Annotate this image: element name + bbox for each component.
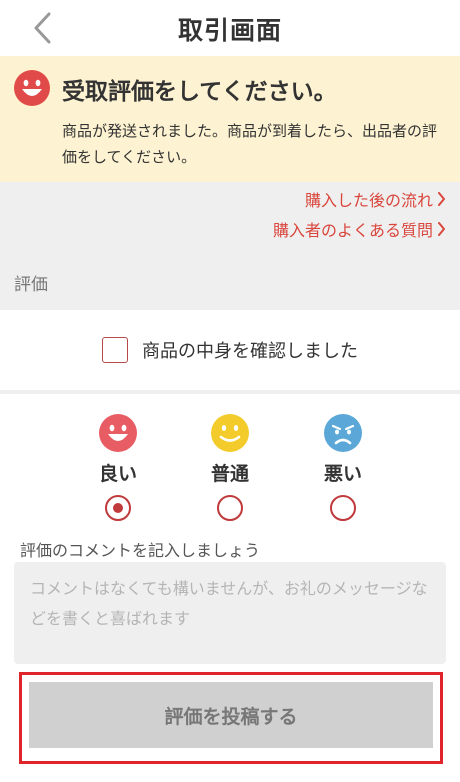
notice-body: 商品が発送されました。商品が到着したら、出品者の評価をしてください。	[62, 122, 438, 166]
rating-option-neutral[interactable]: 普通	[200, 414, 260, 521]
chevron-right-icon	[438, 192, 445, 206]
rating-label-good: 良い	[98, 463, 137, 485]
link-label: 購入者のよくある質問	[272, 221, 433, 240]
rating-radio-neutral[interactable]	[217, 495, 243, 521]
link-label: 購入した後の流れ	[304, 191, 433, 210]
confirm-contents-row[interactable]: 商品の中身を確認しました	[0, 310, 460, 390]
rating-option-good[interactable]: 良い	[88, 414, 148, 521]
rating-area: 良い 普通 悪い 評価のコメントを記入しましょう 評価を投稿する	[0, 394, 460, 782]
help-links: 購入した後の流れ 購入者のよくある質問	[273, 184, 446, 244]
comment-input[interactable]	[14, 562, 446, 664]
confirm-contents-checkbox[interactable]	[102, 337, 128, 363]
neutral-face-icon	[211, 414, 249, 452]
notice-banner: 受取評価をしてください。 商品が発送されました。商品が到着したら、出品者の評価を…	[0, 56, 460, 182]
link-buyer-faq[interactable]: 購入者のよくある質問	[273, 214, 446, 244]
chevron-right-icon	[438, 222, 445, 236]
section-label-rating: 評価	[14, 275, 48, 295]
submit-highlight-frame: 評価を投稿する	[19, 672, 443, 764]
smile-face-icon	[14, 70, 50, 106]
notice-title: 受取評価をしてください。	[62, 79, 337, 105]
rating-label-neutral: 普通	[210, 463, 249, 485]
link-after-purchase-flow[interactable]: 購入した後の流れ	[273, 184, 446, 214]
sad-face-icon	[324, 414, 362, 452]
rating-label-bad: 悪い	[323, 463, 362, 485]
comment-label: 評価のコメントを記入しましょう	[20, 541, 261, 560]
submit-rating-button[interactable]: 評価を投稿する	[29, 682, 433, 748]
smile-face-icon	[99, 414, 137, 452]
rating-option-bad[interactable]: 悪い	[313, 414, 373, 521]
header: 取引画面	[0, 0, 460, 56]
rating-radio-good[interactable]	[105, 495, 131, 521]
confirm-contents-label: 商品の中身を確認しました	[142, 341, 358, 362]
page-title: 取引画面	[177, 16, 282, 45]
rating-radio-bad[interactable]	[330, 495, 356, 521]
